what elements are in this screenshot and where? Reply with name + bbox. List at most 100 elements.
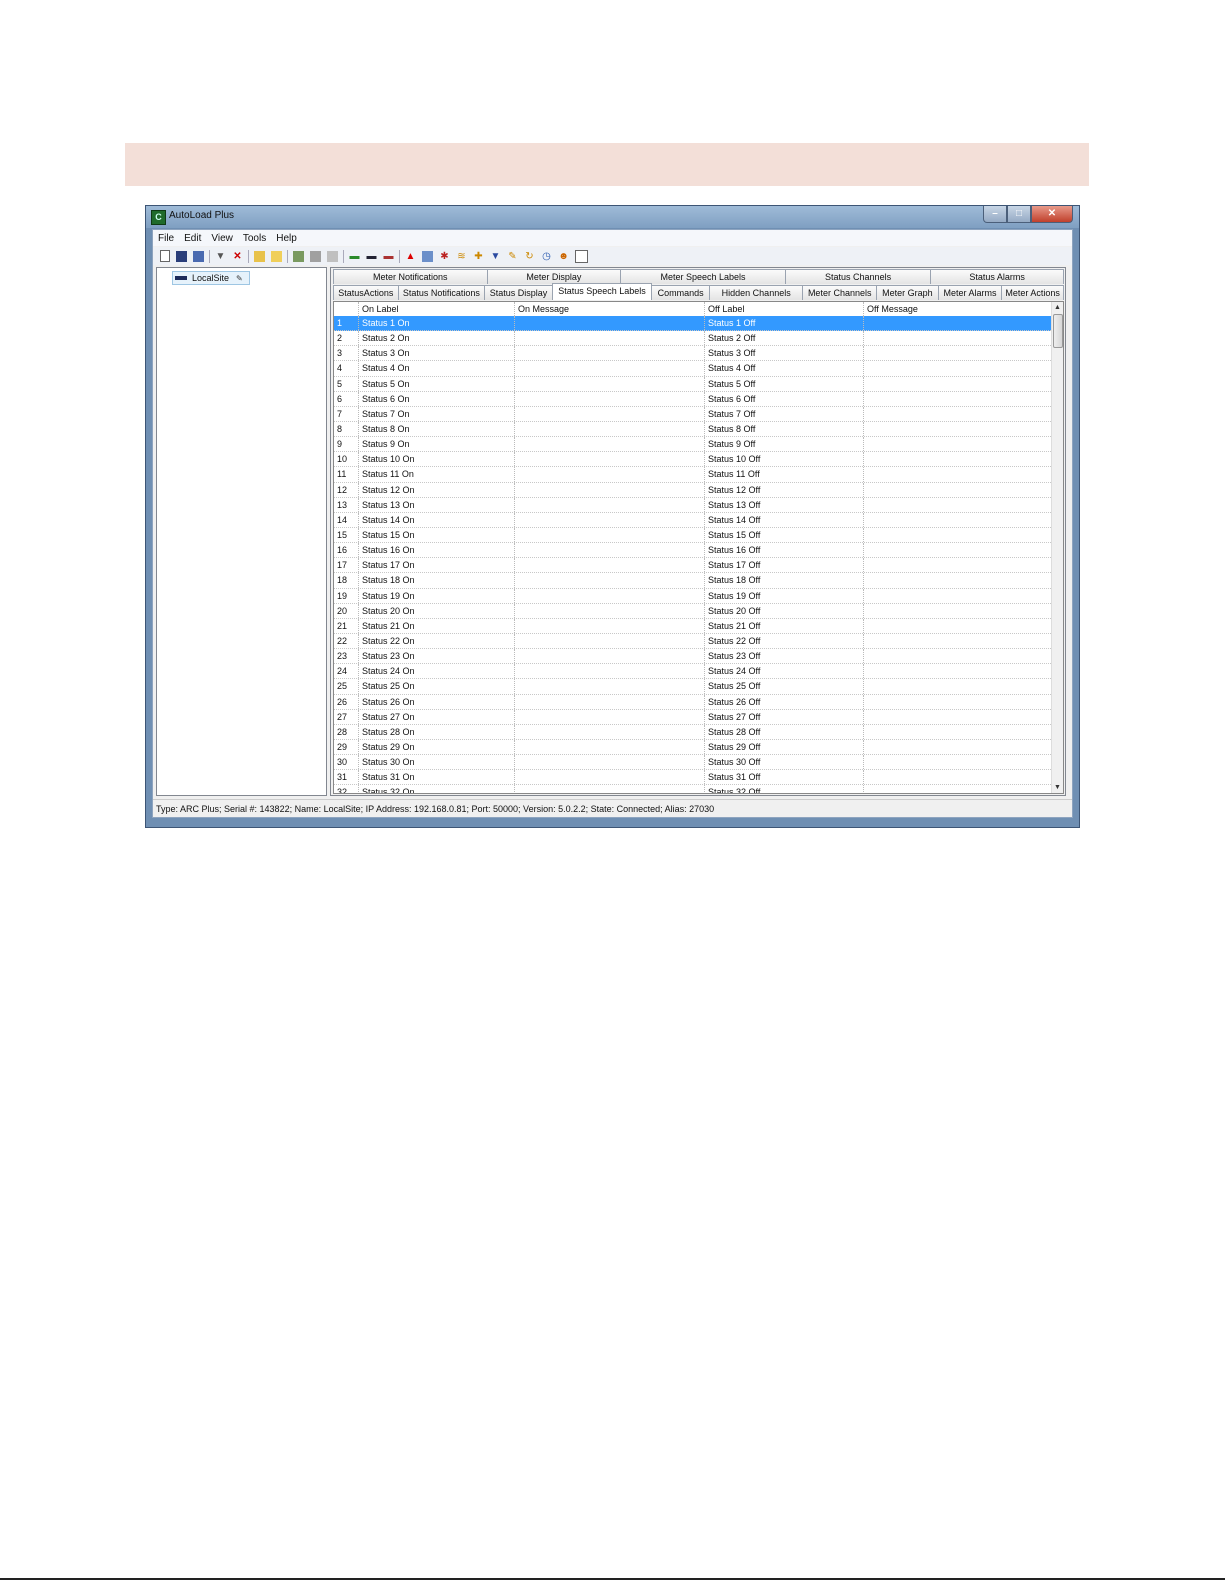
- off-message-cell[interactable]: [864, 407, 1053, 421]
- on-message-cell[interactable]: [515, 633, 705, 649]
- tab-meter-graph[interactable]: Meter Graph: [876, 285, 939, 300]
- on-message-cell[interactable]: [515, 527, 705, 543]
- off-label-cell[interactable]: Status 21 Off: [705, 618, 864, 633]
- table-row[interactable]: 8 Status 8 On Status 8 Off: [334, 421, 1053, 438]
- on-label-cell[interactable]: Status 21 On: [359, 618, 515, 633]
- off-message-cell[interactable]: [864, 649, 1053, 663]
- on-label-cell[interactable]: Status 13 On: [359, 497, 515, 512]
- folder-icon[interactable]: [254, 250, 265, 262]
- off-label-cell[interactable]: Status 19 Off: [705, 588, 864, 603]
- off-label-cell[interactable]: Status 22 Off: [705, 633, 864, 649]
- off-message-cell[interactable]: [864, 725, 1053, 739]
- on-label-cell[interactable]: Status 7 On: [359, 406, 515, 421]
- vertical-scrollbar[interactable]: ▲ ▼: [1051, 302, 1063, 793]
- off-message-cell[interactable]: [864, 740, 1053, 754]
- users-icon[interactable]: ☻: [558, 251, 569, 262]
- on-message-cell[interactable]: [515, 588, 705, 603]
- connect-icon[interactable]: ▬: [349, 251, 360, 262]
- on-message-cell[interactable]: [515, 739, 705, 755]
- on-message-cell[interactable]: [515, 694, 705, 709]
- off-message-cell[interactable]: [864, 483, 1053, 497]
- on-message-cell[interactable]: [515, 649, 705, 664]
- off-message-cell[interactable]: [864, 679, 1053, 693]
- on-message-cell[interactable]: [515, 316, 705, 331]
- scroll-down-icon[interactable]: ▼: [1052, 782, 1063, 793]
- off-label-cell[interactable]: Status 24 Off: [705, 664, 864, 679]
- on-message-cell[interactable]: [515, 558, 705, 573]
- on-message-cell[interactable]: [515, 603, 705, 618]
- on-label-cell[interactable]: Status 19 On: [359, 588, 515, 603]
- off-message-cell[interactable]: [864, 785, 1053, 793]
- tab-status-alarms[interactable]: Status Alarms: [930, 269, 1064, 284]
- calendar-icon[interactable]: [575, 249, 588, 263]
- off-message-cell[interactable]: [864, 498, 1053, 512]
- off-label-cell[interactable]: Status 11 Off: [705, 467, 864, 482]
- on-message-cell[interactable]: [515, 679, 705, 694]
- on-label-cell[interactable]: Status 8 On: [359, 421, 515, 437]
- table-row[interactable]: 24 Status 24 On Status 24 Off: [334, 664, 1053, 680]
- tab-meter-alarms[interactable]: Meter Alarms: [937, 285, 1003, 300]
- on-message-cell[interactable]: [515, 497, 705, 512]
- table-row[interactable]: 20 Status 20 On Status 20 Off: [334, 603, 1053, 619]
- table-icon[interactable]: [422, 250, 433, 262]
- on-label-cell[interactable]: Status 5 On: [359, 376, 515, 391]
- table-row[interactable]: 28 Status 28 On Status 28 Off: [334, 724, 1053, 740]
- off-message-cell[interactable]: [864, 437, 1053, 451]
- on-label-cell[interactable]: Status 15 On: [359, 527, 515, 543]
- off-message-cell[interactable]: [864, 543, 1053, 557]
- off-message-cell[interactable]: [864, 770, 1053, 784]
- table-row[interactable]: 13 Status 13 On Status 13 Off: [334, 497, 1053, 513]
- on-label-cell[interactable]: Status 24 On: [359, 664, 515, 679]
- off-label-cell[interactable]: Status 28 Off: [705, 724, 864, 739]
- on-label-cell[interactable]: Status 11 On: [359, 467, 515, 482]
- tab-meter-notifications[interactable]: Meter Notifications: [333, 269, 488, 284]
- header-on-message[interactable]: On Message: [515, 302, 705, 316]
- off-message-cell[interactable]: [864, 589, 1053, 603]
- minimize-button[interactable]: –: [983, 206, 1007, 223]
- off-label-cell[interactable]: Status 12 Off: [705, 482, 864, 497]
- delete-icon[interactable]: ✕: [232, 251, 243, 262]
- off-label-cell[interactable]: Status 6 Off: [705, 391, 864, 406]
- off-label-cell[interactable]: Status 20 Off: [705, 603, 864, 618]
- new-icon[interactable]: [160, 250, 170, 262]
- on-label-cell[interactable]: Status 16 On: [359, 543, 515, 558]
- off-label-cell[interactable]: Status 9 Off: [705, 437, 864, 452]
- menu-help[interactable]: Help: [271, 230, 302, 246]
- tab-status-channels[interactable]: Status Channels: [784, 269, 932, 284]
- off-message-cell[interactable]: [864, 695, 1053, 709]
- off-message-cell[interactable]: [864, 710, 1053, 724]
- on-label-cell[interactable]: Status 18 On: [359, 573, 515, 588]
- off-message-cell[interactable]: [864, 467, 1053, 481]
- table-row[interactable]: 29 Status 29 On Status 29 Off: [334, 739, 1053, 756]
- off-message-cell[interactable]: [864, 528, 1053, 542]
- on-message-cell[interactable]: [515, 709, 705, 724]
- off-label-cell[interactable]: Status 8 Off: [705, 421, 864, 437]
- table-row[interactable]: 23 Status 23 On Status 23 Off: [334, 649, 1053, 665]
- refresh-icon[interactable]: ↻: [524, 251, 535, 262]
- on-message-cell[interactable]: [515, 361, 705, 376]
- on-label-cell[interactable]: Status 14 On: [359, 512, 515, 527]
- table-row[interactable]: 18 Status 18 On Status 18 Off: [334, 573, 1053, 589]
- off-label-cell[interactable]: Status 25 Off: [705, 679, 864, 694]
- table-row[interactable]: 4 Status 4 On Status 4 Off: [334, 361, 1053, 377]
- table-row[interactable]: 5 Status 5 On Status 5 Off: [334, 376, 1053, 392]
- flag-icon[interactable]: ▼: [490, 251, 501, 262]
- off-label-cell[interactable]: Status 15 Off: [705, 527, 864, 543]
- header-on-label[interactable]: On Label: [359, 302, 515, 316]
- save-all-icon[interactable]: [193, 250, 204, 262]
- import-icon[interactable]: [310, 250, 321, 262]
- table-row[interactable]: 14 Status 14 On Status 14 Off: [334, 512, 1053, 528]
- off-message-cell[interactable]: [864, 558, 1053, 572]
- table-row[interactable]: 21 Status 21 On Status 21 Off: [334, 618, 1053, 634]
- table-row[interactable]: 26 Status 26 On Status 26 Off: [334, 694, 1053, 710]
- filter-icon[interactable]: ▼: [215, 251, 226, 262]
- on-label-cell[interactable]: Status 20 On: [359, 603, 515, 618]
- on-message-cell[interactable]: [515, 543, 705, 558]
- on-label-cell[interactable]: Status 22 On: [359, 633, 515, 649]
- table-row[interactable]: 19 Status 19 On Status 19 Off: [334, 588, 1053, 604]
- menu-view[interactable]: View: [206, 230, 238, 246]
- copy-icon[interactable]: [327, 250, 338, 262]
- off-label-cell[interactable]: Status 31 Off: [705, 770, 864, 785]
- off-message-cell[interactable]: [864, 361, 1053, 375]
- on-message-cell[interactable]: [515, 467, 705, 482]
